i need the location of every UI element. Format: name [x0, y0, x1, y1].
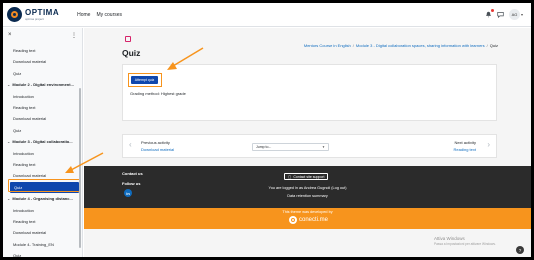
sidebar-item-label: Download material	[13, 173, 47, 179]
previous-activity-label: Previous activity	[141, 140, 170, 145]
next-activity-label: Next activity	[454, 140, 476, 145]
nav-my-courses-link[interactable]: My courses	[96, 12, 122, 18]
logo-text: OPTIMA	[25, 8, 60, 17]
sidebar-item-label: Download material	[13, 230, 47, 236]
sidebar-item-label: Quiz	[13, 127, 22, 133]
breadcrumb-module[interactable]: Module 3 - Digital collaboration spaces,…	[356, 43, 485, 48]
sidebar-item[interactable]: Quiz	[3, 68, 82, 79]
data-retention-link[interactable]: Data retention summary	[84, 194, 531, 198]
top-navbar: OPTIMA optima project Home My courses AG…	[3, 3, 531, 27]
avatar[interactable]: AG	[508, 9, 520, 20]
annotation-highlight-box	[8, 179, 81, 192]
footer-dark: Contact us Follow us in ▢ Contact site s…	[84, 166, 531, 208]
developer-logo[interactable]: conecti.me	[289, 216, 328, 224]
nav-home-link[interactable]: Home	[77, 12, 90, 18]
sidebar-item-label: Reading text	[13, 105, 36, 110]
windows-activation-subtext: Passa a Impostazioni per attivare Window…	[434, 242, 496, 246]
messages-icon[interactable]	[496, 10, 505, 19]
conecti-logo-icon	[289, 216, 297, 224]
sidebar-header: × ⋮	[3, 28, 82, 42]
footer-contact-us: Contact us	[122, 171, 143, 176]
sidebar-item-label: Quiz	[13, 253, 22, 257]
sidebar-item-label: Module 3 - Digital collaboratio...	[12, 139, 73, 145]
sidebar-module[interactable]: ⌄ Module 3 - Digital collaboratio...	[3, 136, 82, 147]
sidebar-item-label: Module 4- Training_EN	[13, 241, 54, 247]
sidebar-item-label: Module 4 - Organising distanc...	[12, 196, 73, 202]
sidebar-item[interactable]: Introduction	[3, 148, 82, 159]
sidebar-item-label: Module 2 - Digital environment...	[12, 82, 74, 88]
chevron-right-icon[interactable]: ›	[487, 140, 490, 149]
sidebar-item[interactable]: Download material	[3, 113, 82, 124]
sidebar-item[interactable]: Introduction	[3, 205, 82, 216]
next-activity-link[interactable]: Reading text	[454, 147, 476, 152]
logo-tagline: optima project	[25, 17, 44, 21]
notification-bell-icon[interactable]	[484, 9, 494, 19]
sidebar-item-label: Reading text	[13, 48, 36, 53]
sidebar-item[interactable]: Download material	[3, 227, 82, 238]
course-index-sidebar: × ⋮ Reading text Download material Quiz ⌄ Mo…	[3, 28, 83, 257]
sidebar-item-label: Quiz	[13, 70, 22, 76]
chevron-left-icon[interactable]: ‹	[129, 140, 132, 149]
sidebar-item[interactable]: Quiz	[3, 125, 82, 136]
breadcrumb-current: Quiz	[489, 43, 498, 48]
quiz-card: Attempt quiz Grading method: Highest gra…	[122, 64, 497, 121]
theme-credit-text: This theme was developed by	[282, 210, 333, 214]
sidebar-item-label: Introduction	[13, 207, 34, 213]
help-button[interactable]: ?	[516, 246, 524, 254]
sidebar-item[interactable]: Reading text	[3, 159, 82, 170]
close-sidebar-icon[interactable]: ×	[8, 32, 12, 38]
chevron-down-icon[interactable]: ⌄	[7, 82, 10, 87]
sidebar-item-label: Introduction	[13, 93, 34, 99]
sidebar-item-label: Download material	[13, 59, 47, 65]
breadcrumb: Mentors Course in English / Module 3 - Dig…	[303, 43, 498, 48]
chevron-down-icon: ▼	[322, 145, 325, 149]
logo-mark-icon	[7, 7, 22, 22]
sidebar-item[interactable]: Quiz	[3, 250, 82, 257]
sidebar-item-label: Reading text	[13, 219, 36, 224]
sidebar-module[interactable]: ⌄ Module 4 - Organising distanc...	[3, 193, 82, 204]
developer-name: conecti.me	[299, 217, 329, 223]
sidebar-item[interactable]: Reading text	[3, 45, 82, 56]
sidebar-item-label: Reading text	[13, 162, 36, 167]
activity-navigation: ‹ Previous activity Download material Ju…	[122, 134, 497, 158]
contact-support-button[interactable]: ▢ Contact site support	[284, 173, 329, 180]
sidebar-item-label: Download material	[13, 116, 47, 122]
notification-badge	[490, 9, 494, 12]
jump-to-select[interactable]: Jump to... ▼	[252, 143, 329, 151]
chevron-down-icon[interactable]: ⌄	[7, 196, 10, 201]
user-menu-caret-icon[interactable]: ▾	[521, 12, 523, 17]
attempt-quiz-button[interactable]: Attempt quiz	[131, 76, 158, 84]
quiz-icon	[125, 36, 131, 42]
sidebar-item[interactable]: Introduction	[3, 91, 82, 102]
browser-screen: OPTIMA optima project Home My courses AG…	[3, 3, 531, 257]
annotation-highlight-box: Attempt quiz	[128, 73, 162, 87]
sidebar-menu-icon[interactable]: ⋮	[71, 32, 77, 39]
site-logo[interactable]: OPTIMA optima project	[7, 7, 59, 22]
sidebar-item[interactable]: Download material	[3, 56, 82, 67]
sidebar-item-label: Introduction	[13, 150, 34, 156]
sidebar-scrollbar[interactable]	[79, 88, 81, 248]
logged-in-info[interactable]: You are logged in as Andrea Gugnoli (Log…	[84, 186, 531, 190]
sidebar-item[interactable]: Reading text	[3, 102, 82, 113]
windows-activation-watermark: Attiva Windows	[434, 236, 465, 241]
breadcrumb-course[interactable]: Mentors Course in English	[304, 43, 351, 48]
chevron-down-icon[interactable]: ⌄	[7, 139, 10, 144]
grading-method-text: Grading method: Highest grade	[130, 91, 186, 96]
chat-bubble-icon: ▢	[288, 174, 292, 179]
footer-developer: This theme was developed by conecti.me	[84, 208, 531, 229]
sidebar-item[interactable]: Module 4- Training_EN	[3, 239, 82, 250]
sidebar-module[interactable]: ⌄ Module 2 - Digital environment...	[3, 79, 82, 90]
main-content: Quiz Mentors Course in English / Module 3 …	[84, 28, 531, 257]
page-title: Quiz	[122, 48, 141, 58]
contact-support-label: Contact site support	[293, 174, 325, 179]
sidebar-item[interactable]: Reading text	[3, 216, 82, 227]
previous-activity-link[interactable]: Download material	[141, 147, 174, 152]
jump-to-value: Jump to...	[256, 145, 272, 149]
